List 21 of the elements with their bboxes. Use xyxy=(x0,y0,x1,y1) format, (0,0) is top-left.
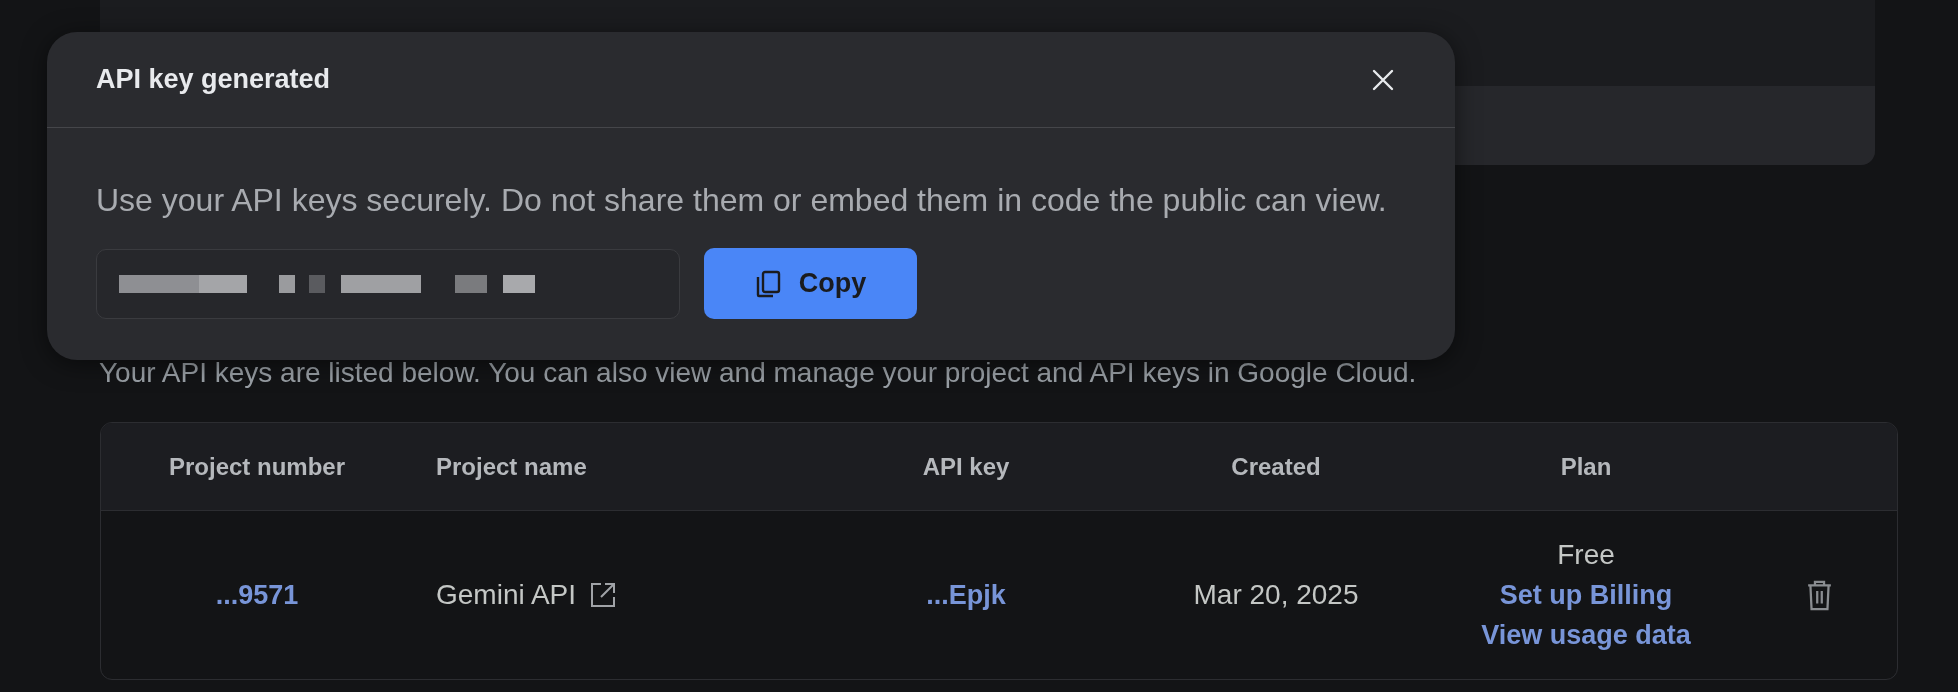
intro-text: Your API keys are listed below. You can also view and manage your project and API keys in Google Cloud. xyxy=(99,356,1418,389)
copy-icon xyxy=(754,269,781,298)
column-header: Plan xyxy=(1560,451,1612,482)
api-key-field[interactable] xyxy=(96,248,680,319)
dialog-title: API key generated xyxy=(96,63,331,97)
trash-icon xyxy=(1806,578,1832,612)
project-number-link[interactable]: ...9571 xyxy=(215,574,299,616)
plan-name: Free xyxy=(1557,538,1615,572)
column-header: API key xyxy=(922,451,1010,482)
column-header: Project name xyxy=(436,451,587,482)
created-date: Mar 20, 2025 xyxy=(1193,578,1359,612)
close-icon xyxy=(1371,67,1395,92)
column-header: Project number xyxy=(168,451,345,482)
plan-link[interactable]: Set up Billing xyxy=(1499,575,1673,615)
plan-link[interactable]: View usage data xyxy=(1481,615,1691,655)
dialog-description: Use your API keys securely. Do not share them or embed them in code the public can view. xyxy=(96,181,1388,220)
api-key-link[interactable]: ...Epjk xyxy=(926,574,1006,616)
external-link-icon[interactable] xyxy=(590,582,617,608)
copy-button[interactable]: Copy xyxy=(704,248,917,319)
column-header: Created xyxy=(1231,451,1321,482)
project-name: Gemini API xyxy=(436,578,577,612)
